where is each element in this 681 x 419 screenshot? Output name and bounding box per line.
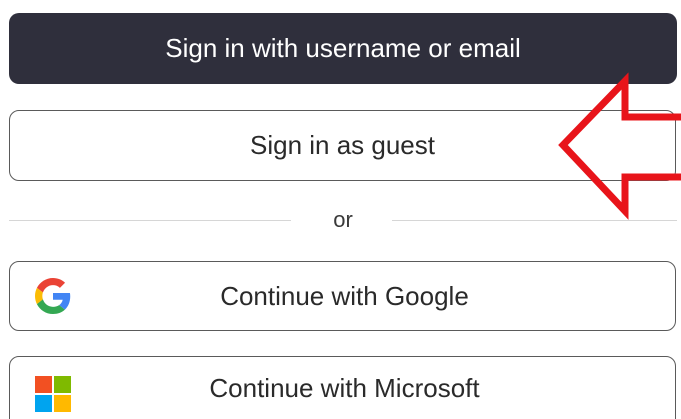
microsoft-logo-green-square <box>54 376 71 393</box>
continue-with-microsoft-label: Continue with Microsoft <box>209 373 480 403</box>
sign-in-username-email-button[interactable]: Sign in with username or email <box>9 13 677 84</box>
sign-in-guest-label: Sign in as guest <box>249 130 435 160</box>
continue-with-microsoft-button[interactable]: Continue with Microsoft <box>9 356 676 419</box>
sign-in-guest-button[interactable]: Sign in as guest <box>9 110 676 181</box>
microsoft-logo-yellow-square <box>54 395 71 412</box>
microsoft-logo-red-square <box>35 376 52 393</box>
divider-line-right <box>392 220 677 221</box>
sign-in-panel: Sign in with username or email Sign in a… <box>0 0 681 419</box>
continue-with-google-label: Continue with Google <box>220 280 469 311</box>
sign-in-username-email-label: Sign in with username or email <box>165 33 521 63</box>
microsoft-logo-blue-square <box>35 395 52 412</box>
microsoft-logo-icon <box>35 376 71 412</box>
continue-with-google-button[interactable]: Continue with Google <box>9 261 676 331</box>
or-divider: or <box>9 205 677 235</box>
google-logo-icon <box>35 278 71 314</box>
